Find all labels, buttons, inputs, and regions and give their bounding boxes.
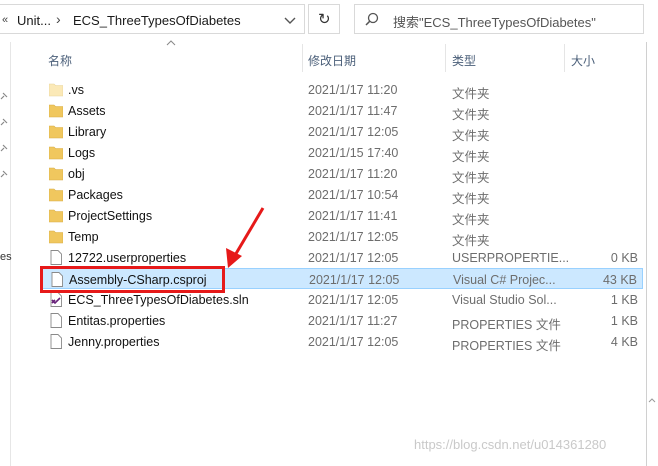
annotation-arrow-icon <box>226 207 265 268</box>
scrollbar[interactable] <box>646 42 658 466</box>
watermark-text: https://blog.csdn.net/u014361280 <box>414 437 607 452</box>
